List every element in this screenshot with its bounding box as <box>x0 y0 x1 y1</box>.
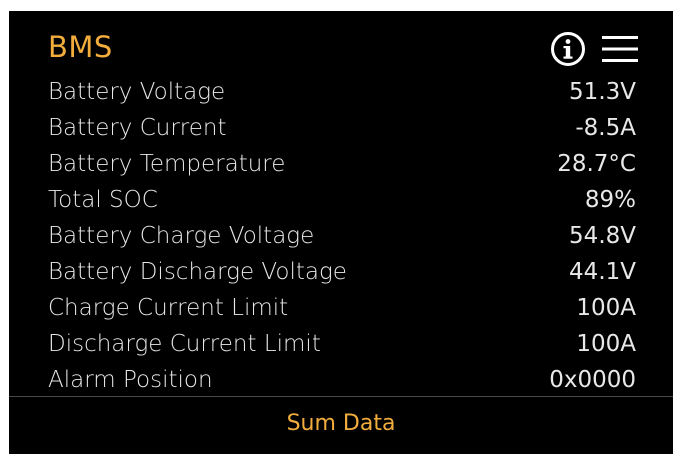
sum-data-button[interactable]: Sum Data <box>9 397 673 454</box>
row-value: 44.1V <box>569 259 636 285</box>
list-item-charge-current-limit: Charge Current Limit 100A <box>9 290 673 326</box>
list-item-battery-temperature: Battery Temperature 28.7°C <box>9 146 673 182</box>
list-item-battery-voltage: Battery Voltage 51.3V <box>9 74 673 110</box>
row-value: 51.3V <box>569 79 636 105</box>
row-label: Discharge Current Limit <box>48 331 321 357</box>
bms-data-list: Battery Voltage 51.3V Battery Current -8… <box>9 74 673 398</box>
row-label: Battery Charge Voltage <box>48 223 315 249</box>
row-label: Battery Temperature <box>48 151 286 177</box>
hamburger-menu-icon[interactable] <box>602 35 638 63</box>
list-item-charge-voltage: Battery Charge Voltage 54.8V <box>9 218 673 254</box>
list-item-battery-current: Battery Current -8.5A <box>9 110 673 146</box>
list-item-alarm-position: Alarm Position 0x0000 <box>9 362 673 398</box>
row-label: Charge Current Limit <box>48 295 289 321</box>
list-item-discharge-current-limit: Discharge Current Limit 100A <box>9 326 673 362</box>
row-label: Battery Current <box>48 115 227 141</box>
row-value: 28.7°C <box>557 151 636 177</box>
row-value: 100A <box>576 331 636 357</box>
row-value: 54.8V <box>569 223 636 249</box>
info-icon[interactable] <box>550 31 586 67</box>
row-label: Battery Discharge Voltage <box>48 259 347 285</box>
row-value: 89% <box>584 187 636 213</box>
sum-data-label: Sum Data <box>286 410 396 436</box>
list-item-discharge-voltage: Battery Discharge Voltage 44.1V <box>9 254 673 290</box>
bms-screen: BMS Battery Voltage 51.3V Battery Curren… <box>9 11 673 454</box>
page-title: BMS <box>48 30 113 64</box>
row-label: Alarm Position <box>48 367 213 393</box>
row-value: -8.5A <box>575 115 636 141</box>
row-value: 100A <box>576 295 636 321</box>
row-label: Total SOC <box>48 187 158 213</box>
list-item-total-soc: Total SOC 89% <box>9 182 673 218</box>
row-label: Battery Voltage <box>48 79 226 105</box>
row-value: 0x0000 <box>549 367 636 393</box>
